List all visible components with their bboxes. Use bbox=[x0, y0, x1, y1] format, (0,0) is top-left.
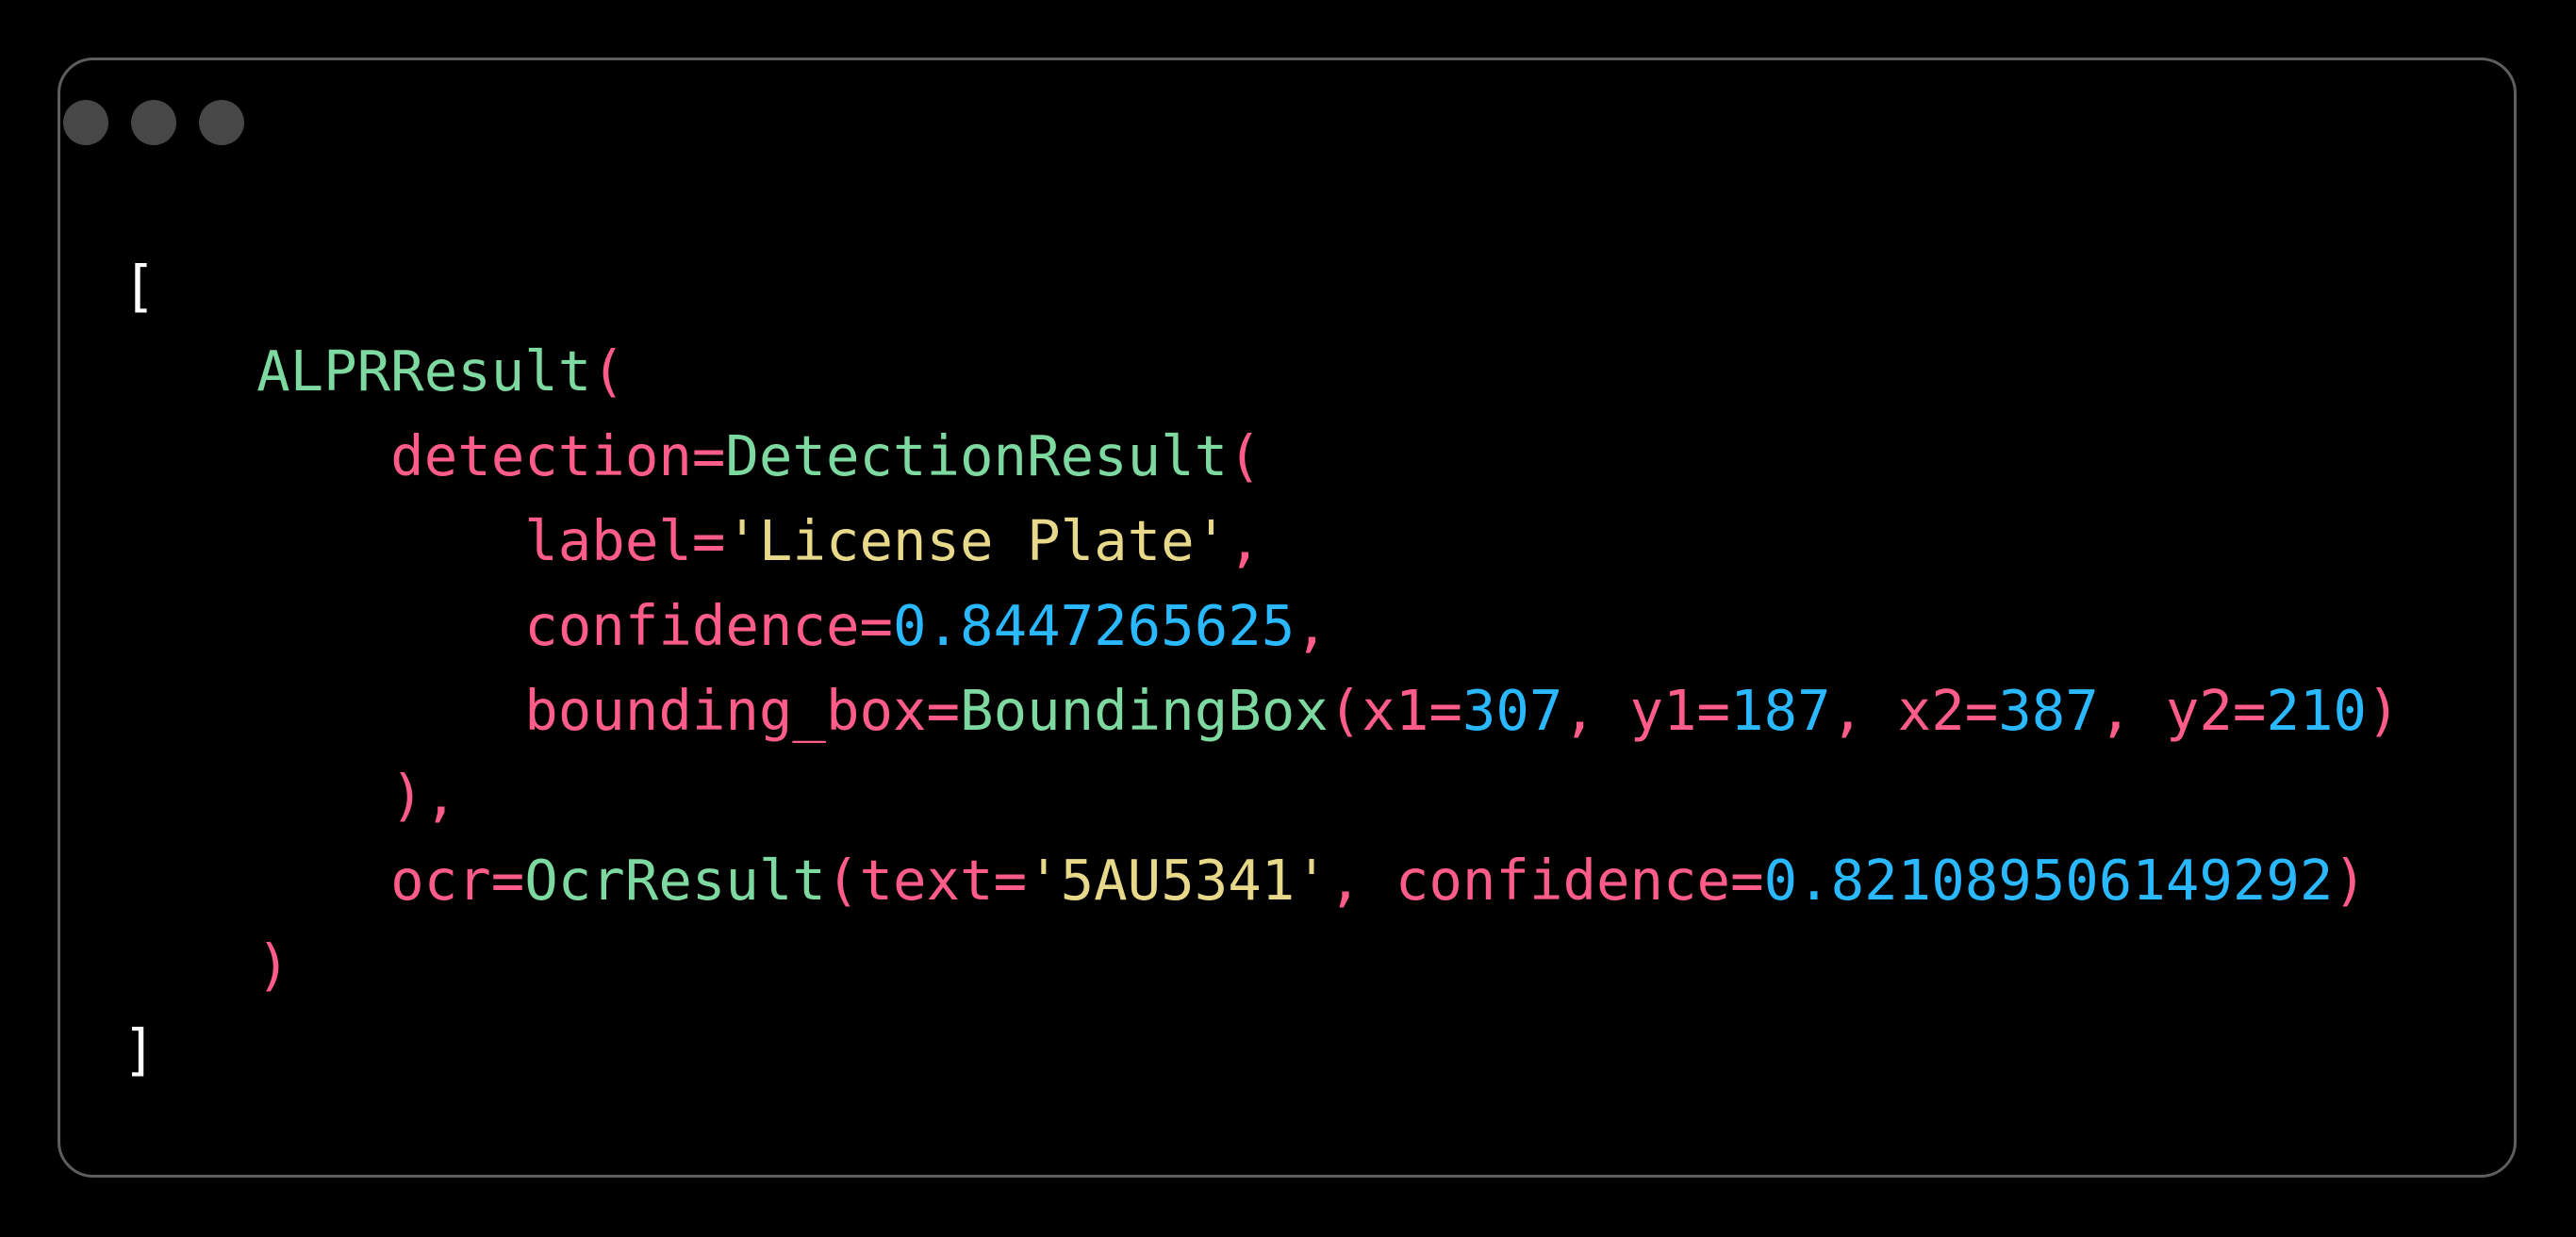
code-block: [ ALPRResult( detection=DetectionResult(… bbox=[123, 244, 2401, 1093]
window-dot-icon bbox=[199, 100, 244, 145]
code-token-class: BoundingBox bbox=[960, 678, 1329, 743]
code-line: [ bbox=[123, 244, 2401, 329]
code-token-number: 387 bbox=[1998, 678, 2099, 743]
code-line: ] bbox=[123, 1008, 2401, 1093]
code-token-class: OcrResult bbox=[524, 848, 826, 913]
code-token-keyword: ( bbox=[1228, 423, 1262, 488]
code-token-keyword: ) bbox=[2367, 678, 2401, 743]
code-token-keyword: , x2= bbox=[1830, 678, 1999, 743]
code-token-keyword: (text= bbox=[825, 848, 1028, 913]
code-token-keyword: , confidence= bbox=[1328, 848, 1764, 913]
code-line: confidence=0.8447265625, bbox=[123, 584, 2401, 668]
code-token-number: 0.8447265625 bbox=[893, 593, 1296, 658]
code-token-number: 210 bbox=[2266, 678, 2368, 743]
code-token-default: [ bbox=[123, 254, 157, 319]
code-token-class: ALPRResult bbox=[256, 338, 592, 404]
code-token-keyword: , y1= bbox=[1562, 678, 1731, 743]
code-token-keyword: ) bbox=[256, 932, 290, 998]
code-line: ALPRResult( bbox=[123, 329, 2401, 414]
code-token-string: '5AU5341' bbox=[1027, 848, 1329, 913]
code-token-keyword: bounding_box= bbox=[524, 678, 961, 743]
code-token-class: DetectionResult bbox=[725, 423, 1229, 488]
code-line: label='License Plate', bbox=[123, 499, 2401, 584]
code-line: ), bbox=[123, 753, 2401, 838]
code-token-keyword: label= bbox=[524, 508, 726, 573]
window-dot-icon bbox=[131, 100, 176, 145]
code-token-keyword: (x1= bbox=[1328, 678, 1462, 743]
code-line: ) bbox=[123, 923, 2401, 1008]
code-token-string: 'License Plate' bbox=[725, 508, 1229, 573]
code-token-keyword: detection= bbox=[390, 423, 726, 488]
code-token-number: 187 bbox=[1730, 678, 1831, 743]
code-token-keyword: ) bbox=[2333, 848, 2367, 913]
code-token-keyword: , bbox=[1228, 508, 1262, 573]
code-token-keyword: confidence= bbox=[524, 593, 893, 658]
code-token-keyword: , bbox=[1295, 593, 1329, 658]
code-line: detection=DetectionResult( bbox=[123, 414, 2401, 499]
code-token-keyword: ( bbox=[591, 338, 625, 404]
code-token-number: 307 bbox=[1461, 678, 1563, 743]
code-token-default: ] bbox=[123, 1017, 157, 1082]
window-dot-icon bbox=[63, 100, 108, 145]
code-line: ocr=OcrResult(text='5AU5341', confidence… bbox=[123, 838, 2401, 923]
window-controls bbox=[63, 100, 244, 145]
code-token-keyword: ocr= bbox=[390, 848, 525, 913]
code-token-keyword: , y2= bbox=[2098, 678, 2267, 743]
code-token-keyword: ), bbox=[390, 763, 458, 828]
code-token-number: 0.821089506149292 bbox=[1763, 848, 2334, 913]
code-line: bounding_box=BoundingBox(x1=307, y1=187,… bbox=[123, 668, 2401, 753]
